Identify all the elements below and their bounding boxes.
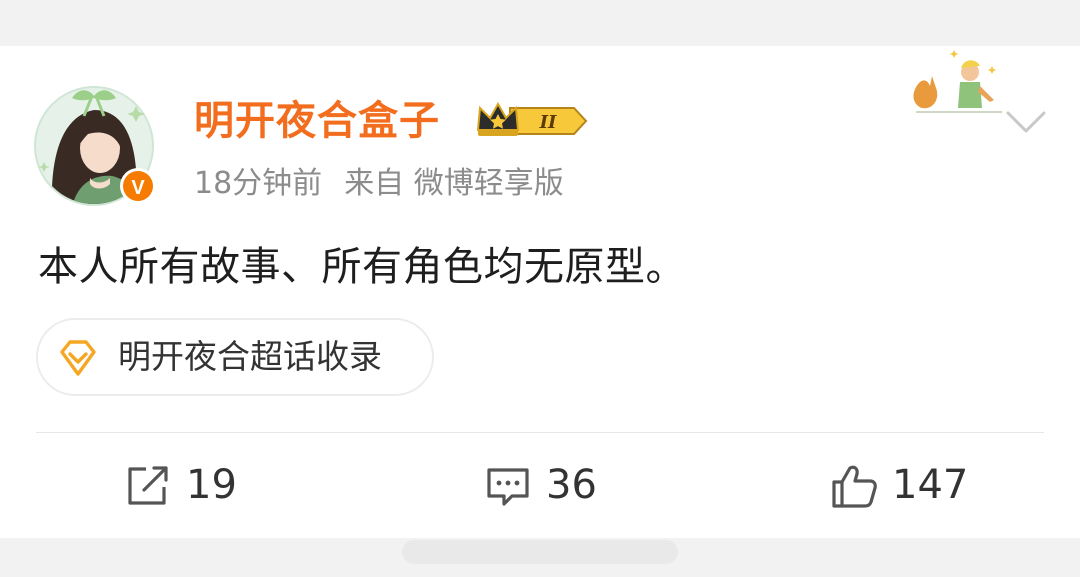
crown-icon: II	[476, 101, 588, 136]
post-content: 本人所有故事、所有角色均无原型。	[38, 244, 686, 290]
post-time: 18分钟前	[194, 166, 323, 201]
weibo-post-card: V 明开夜合盒子 II 18分钟前 来自 微博轻享版 本人所有故事、所有角色均无…	[0, 46, 1080, 538]
action-divider	[36, 432, 1044, 433]
super-topic-chip[interactable]: 明开夜合超话收录	[36, 318, 434, 396]
comment-icon	[484, 462, 532, 510]
comment-count: 36	[546, 462, 597, 508]
member-crown-badge[interactable]: II	[474, 100, 590, 142]
post-menu-button[interactable]	[1002, 101, 1050, 141]
crown-level: II	[539, 112, 557, 133]
post-source[interactable]: 来自 微博轻享版	[344, 166, 564, 201]
author-name[interactable]: 明开夜合盒子	[194, 96, 440, 146]
super-topic-label: 明开夜合超话收录	[118, 337, 382, 376]
comment-button[interactable]: 36	[484, 458, 624, 514]
diamond-icon	[58, 340, 98, 376]
little-prince-icon	[913, 50, 1002, 113]
little-prince-decoration	[908, 46, 1008, 126]
verified-mark: V	[131, 177, 145, 199]
post-meta: 18分钟前 来自 微博轻享版	[194, 164, 564, 204]
thumbs-up-icon	[830, 462, 878, 510]
author-avatar[interactable]: V	[32, 76, 160, 208]
repost-count: 19	[186, 462, 237, 508]
like-count: 147	[892, 462, 969, 508]
like-button[interactable]: 147	[830, 458, 1000, 514]
verified-badge-icon: V	[120, 168, 156, 204]
home-indicator	[402, 540, 678, 564]
feed-gap-top	[0, 0, 1080, 46]
chevron-down-icon	[1006, 111, 1046, 133]
repost-button[interactable]: 19	[124, 458, 264, 514]
repost-icon	[124, 462, 172, 510]
